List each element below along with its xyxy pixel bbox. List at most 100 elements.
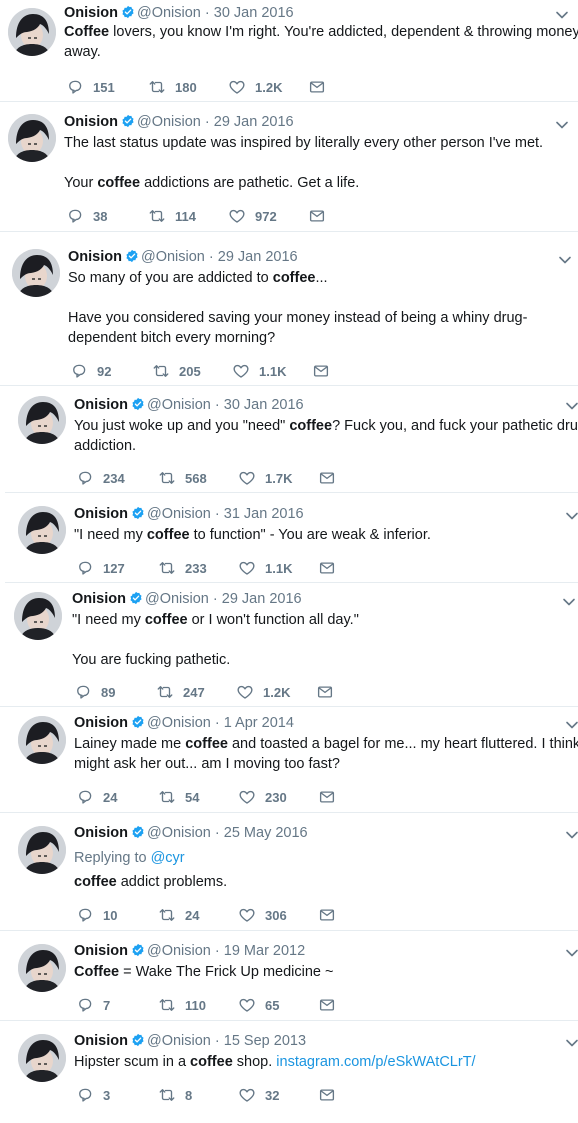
avatar[interactable] <box>14 592 62 640</box>
user-handle[interactable]: @Onision <box>141 249 205 265</box>
tweet-date[interactable]: 30 Jan 2016 <box>214 5 294 21</box>
direct-message-button[interactable] <box>318 787 345 807</box>
direct-message-button[interactable] <box>318 468 345 488</box>
tweet-date[interactable]: 25 May 2016 <box>224 825 308 841</box>
display-name[interactable]: Onision <box>72 591 126 607</box>
user-handle[interactable]: @Onision <box>137 5 201 21</box>
direct-message-button[interactable] <box>312 361 339 381</box>
reply-count: 92 <box>97 363 112 379</box>
like-button[interactable]: 1.7K <box>238 468 292 488</box>
like-button[interactable]: 972 <box>228 206 277 226</box>
direct-message-button[interactable] <box>308 77 335 97</box>
like-button[interactable]: 1.1K <box>238 558 292 578</box>
like-button[interactable]: 1.2K <box>228 77 282 97</box>
verified-badge-icon <box>132 506 144 520</box>
retweet-button[interactable]: 247 <box>156 682 205 702</box>
user-handle[interactable]: @Onision <box>147 943 211 959</box>
retweet-button[interactable]: 568 <box>158 468 207 488</box>
direct-message-button[interactable] <box>318 995 345 1015</box>
user-handle[interactable]: @Onision <box>137 114 201 130</box>
reply-button[interactable]: 38 <box>66 206 107 226</box>
user-handle[interactable]: @Onision <box>147 715 211 731</box>
reply-button[interactable]: 7 <box>76 995 110 1015</box>
avatar[interactable] <box>18 944 66 992</box>
retweet-button[interactable]: 114 <box>148 206 196 226</box>
chevron-down-icon[interactable] <box>565 509 578 523</box>
avatar[interactable] <box>18 396 66 444</box>
display-name[interactable]: Onision <box>64 5 118 21</box>
like-button[interactable]: 1.1K <box>232 361 286 381</box>
reply-user-link[interactable]: @cyr <box>151 850 185 866</box>
reply-button[interactable]: 10 <box>76 905 117 925</box>
retweet-button[interactable]: 180 <box>148 77 197 97</box>
chevron-down-icon[interactable] <box>565 718 578 732</box>
chevron-down-icon[interactable] <box>555 118 569 132</box>
user-handle[interactable]: @Onision <box>147 506 211 522</box>
reply-button[interactable]: 92 <box>70 361 111 381</box>
tweet-date[interactable]: 30 Jan 2016 <box>224 397 304 413</box>
direct-message-button[interactable] <box>308 206 335 226</box>
like-button[interactable]: 32 <box>238 1085 279 1105</box>
retweet-button[interactable]: 24 <box>158 905 199 925</box>
chevron-down-icon[interactable] <box>565 946 578 960</box>
display-name[interactable]: Onision <box>74 1033 128 1049</box>
reply-button[interactable]: 3 <box>76 1085 110 1105</box>
tweet-text: So many of you are addicted to coffee...… <box>68 268 527 348</box>
reply-button[interactable]: 127 <box>76 558 125 578</box>
direct-message-button[interactable] <box>316 682 343 702</box>
like-button[interactable]: 230 <box>238 787 287 807</box>
tweet-link[interactable]: instagram.com/p/eSkWAtCLrT/ <box>276 1054 475 1070</box>
retweet-button[interactable]: 54 <box>158 787 199 807</box>
reply-button[interactable]: 24 <box>76 787 117 807</box>
keyword-highlight: coffee <box>74 874 117 890</box>
tweet-date[interactable]: 29 Jan 2016 <box>218 249 298 265</box>
display-name[interactable]: Onision <box>74 943 128 959</box>
keyword-highlight: coffee <box>97 175 141 191</box>
tweet-date[interactable]: 31 Jan 2016 <box>224 506 304 522</box>
chevron-down-icon[interactable] <box>565 828 578 842</box>
user-handle[interactable]: @Onision <box>147 397 211 413</box>
avatar[interactable] <box>8 8 56 56</box>
chevron-down-icon[interactable] <box>562 595 576 609</box>
chevron-down-icon[interactable] <box>555 8 569 22</box>
avatar[interactable] <box>18 716 66 764</box>
tweet-date[interactable]: 29 Jan 2016 <box>222 591 302 607</box>
direct-message-button[interactable] <box>318 905 345 925</box>
user-handle[interactable]: @Onision <box>147 825 211 841</box>
user-handle[interactable]: @Onision <box>147 1033 211 1049</box>
retweet-button[interactable]: 8 <box>158 1085 192 1105</box>
retweet-button[interactable]: 110 <box>158 995 206 1015</box>
display-name[interactable]: Onision <box>74 825 128 841</box>
reply-button[interactable]: 151 <box>66 77 115 97</box>
avatar[interactable] <box>18 826 66 874</box>
tweet-actions: 92 205 1.1K <box>70 361 340 381</box>
reply-button[interactable]: 89 <box>74 682 115 702</box>
tweet-header: Onision @Onision · 15 Sep 2013 <box>74 1032 306 1050</box>
avatar[interactable] <box>12 249 60 297</box>
direct-message-button[interactable] <box>318 558 345 578</box>
display-name[interactable]: Onision <box>68 249 122 265</box>
chevron-down-icon[interactable] <box>565 399 578 413</box>
user-handle[interactable]: @Onision <box>145 591 209 607</box>
tweet-date[interactable]: 29 Jan 2016 <box>214 114 294 130</box>
avatar[interactable] <box>18 506 66 554</box>
display-name[interactable]: Onision <box>74 397 128 413</box>
like-button[interactable]: 1.2K <box>236 682 290 702</box>
envelope-icon <box>319 472 335 484</box>
tweet-date[interactable]: 1 Apr 2014 <box>224 715 294 731</box>
avatar[interactable] <box>8 114 56 162</box>
direct-message-button[interactable] <box>318 1085 345 1105</box>
retweet-button[interactable]: 233 <box>158 558 207 578</box>
avatar[interactable] <box>18 1034 66 1082</box>
display-name[interactable]: Onision <box>74 715 128 731</box>
like-button[interactable]: 65 <box>238 995 279 1015</box>
display-name[interactable]: Onision <box>74 506 128 522</box>
chevron-down-icon[interactable] <box>558 253 572 267</box>
tweet-date[interactable]: 19 Mar 2012 <box>224 943 305 959</box>
tweet-date[interactable]: 15 Sep 2013 <box>224 1033 306 1049</box>
reply-button[interactable]: 234 <box>76 468 125 488</box>
like-button[interactable]: 306 <box>238 905 287 925</box>
display-name[interactable]: Onision <box>64 114 118 130</box>
chevron-down-icon[interactable] <box>565 1036 578 1050</box>
retweet-button[interactable]: 205 <box>152 361 201 381</box>
